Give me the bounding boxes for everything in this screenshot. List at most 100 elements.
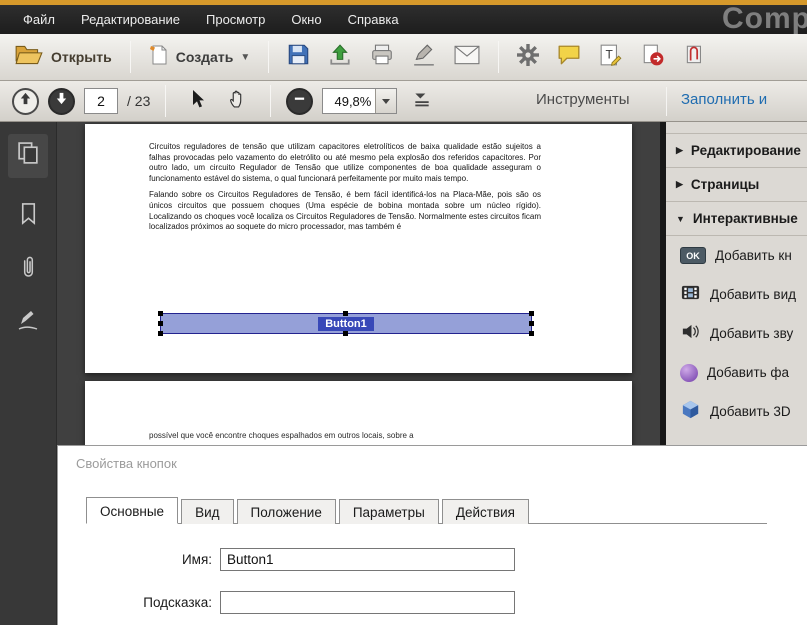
paragraph: Circuitos reguladores de tensão que util…: [149, 142, 541, 183]
settings-button[interactable]: [511, 39, 545, 76]
select-tool-button[interactable]: [181, 84, 213, 119]
dialog-tabs: Основные Вид Положение Параметры Действи…: [86, 497, 767, 524]
signature-icon: [16, 308, 40, 337]
menu-item-view[interactable]: Просмотр: [193, 5, 278, 34]
mail-button[interactable]: [448, 40, 486, 75]
selection-handle[interactable]: [343, 311, 348, 316]
button-properties-dialog: Свойства кнопок Основные Вид Положение П…: [57, 445, 807, 625]
paragraph: possível que você encontre choques espal…: [149, 431, 414, 440]
file-attachment-icon: [680, 363, 698, 382]
add-sound-tool[interactable]: Добавить зву: [666, 314, 807, 353]
tab-actions[interactable]: Действия: [441, 499, 529, 524]
page-total-label: / 23: [127, 93, 151, 109]
section-label: Страницы: [690, 177, 760, 192]
section-label: Редактирование: [690, 143, 801, 158]
export-pdf-button[interactable]: [635, 38, 671, 77]
page-text-block: Circuitos reguladores de tensão que util…: [149, 142, 541, 239]
zoom-level-input[interactable]: [323, 89, 376, 113]
window-title-fragment: Comp: [722, 2, 807, 35]
section-editing[interactable]: ▶ Редактирование: [666, 134, 807, 168]
export-pdf-icon: [641, 43, 665, 72]
navigation-toolbar: / 23 Инструмен: [0, 81, 807, 122]
pdf-page-1: Circuitos reguladores de tensão que util…: [85, 124, 632, 373]
open-button[interactable]: Открыть: [8, 39, 118, 76]
tool-label: Добавить фа: [707, 365, 790, 380]
selection-handle[interactable]: [343, 331, 348, 336]
tooltip-field-row: Подсказка:: [58, 591, 807, 614]
signatures-button[interactable]: [8, 300, 48, 344]
menu-item-file[interactable]: Файл: [10, 5, 68, 34]
section-interactive[interactable]: ▼ Интерактивные: [666, 202, 807, 236]
toolbar-divider: [666, 87, 667, 116]
page-display-options-button[interactable]: [406, 85, 438, 118]
tab-position[interactable]: Положение: [236, 499, 336, 524]
menu-item-window[interactable]: Окно: [278, 5, 334, 34]
form-button-label: Button1: [318, 316, 374, 331]
upload-button[interactable]: [322, 38, 358, 77]
name-field-input[interactable]: [220, 548, 515, 571]
arrow-up-icon: [18, 91, 33, 111]
section-pages[interactable]: ▶ Страницы: [666, 168, 807, 202]
page-thumbnails-icon: [16, 141, 41, 171]
tools-panel-toggle[interactable]: Инструменты: [536, 91, 630, 108]
toolbar-divider: [268, 41, 270, 73]
tab-general[interactable]: Основные: [86, 497, 179, 524]
paragraph: Falando sobre os Circuitos Reguladores d…: [149, 190, 541, 232]
fill-sign-panel-toggle[interactable]: Заполнить и: [681, 91, 767, 108]
page-thumbnails-button[interactable]: [8, 134, 48, 178]
sound-icon: [680, 321, 701, 347]
add-file-tool[interactable]: Добавить фа: [666, 353, 807, 392]
selection-handle[interactable]: [158, 311, 163, 316]
form-button-widget[interactable]: Button1: [158, 311, 534, 336]
selection-handle[interactable]: [158, 320, 163, 326]
text-note-icon: T: [599, 43, 623, 72]
navigation-rail: [0, 122, 57, 625]
menu-item-edit[interactable]: Редактирование: [68, 5, 193, 34]
dialog-title: Свойства кнопок: [76, 456, 177, 471]
panel-spacer: [666, 122, 807, 134]
add-button-tool[interactable]: OK Добавить кн: [666, 236, 807, 275]
hand-tool-button[interactable]: [222, 83, 255, 119]
selection-handle[interactable]: [158, 331, 163, 336]
print-button[interactable]: [364, 38, 400, 77]
next-page-button[interactable]: [48, 87, 75, 115]
create-button[interactable]: Создать ▼: [143, 39, 256, 76]
minus-icon: [293, 92, 306, 110]
add-3d-tool[interactable]: Добавить 3D: [666, 392, 807, 431]
menubar: Файл Редактирование Просмотр Окно Справк…: [0, 2, 807, 35]
zoom-control: [322, 88, 398, 114]
acrobat-window: Файл Редактирование Просмотр Окно Справк…: [0, 0, 807, 625]
create-label: Создать: [175, 49, 234, 65]
tab-appearance[interactable]: Вид: [181, 499, 234, 524]
attach-button[interactable]: [677, 38, 713, 77]
tool-label: Добавить кн: [715, 248, 792, 263]
toolbar-divider: [270, 85, 272, 117]
page-number-input[interactable]: [84, 88, 118, 114]
cursor-icon: [187, 89, 207, 114]
hand-icon: [228, 88, 249, 114]
save-icon: [287, 43, 310, 71]
previous-page-button[interactable]: [12, 87, 39, 115]
zoom-out-button[interactable]: [286, 87, 314, 115]
chevron-down-icon: [382, 98, 391, 104]
section-label: Интерактивные: [692, 211, 798, 226]
folder-open-icon: [14, 44, 44, 71]
zoom-dropdown-button[interactable]: [375, 89, 397, 113]
text-note-button[interactable]: T: [593, 38, 629, 77]
selection-handle[interactable]: [529, 311, 534, 316]
selection-handle[interactable]: [529, 331, 534, 336]
chevron-down-icon: ▼: [676, 213, 685, 224]
sign-button[interactable]: [406, 38, 442, 77]
save-button[interactable]: [281, 38, 316, 76]
comment-button[interactable]: [551, 39, 587, 76]
add-video-tool[interactable]: Добавить вид: [666, 275, 807, 314]
attachments-button[interactable]: [8, 248, 48, 292]
tab-options[interactable]: Параметры: [338, 499, 439, 524]
tooltip-field-input[interactable]: [220, 591, 515, 614]
bookmarks-button[interactable]: [8, 194, 48, 238]
menu-item-help[interactable]: Справка: [335, 5, 412, 34]
toolbar-divider: [498, 41, 500, 73]
name-field-row: Имя:: [58, 548, 807, 571]
upload-icon: [328, 43, 352, 72]
selection-handle[interactable]: [529, 320, 534, 326]
